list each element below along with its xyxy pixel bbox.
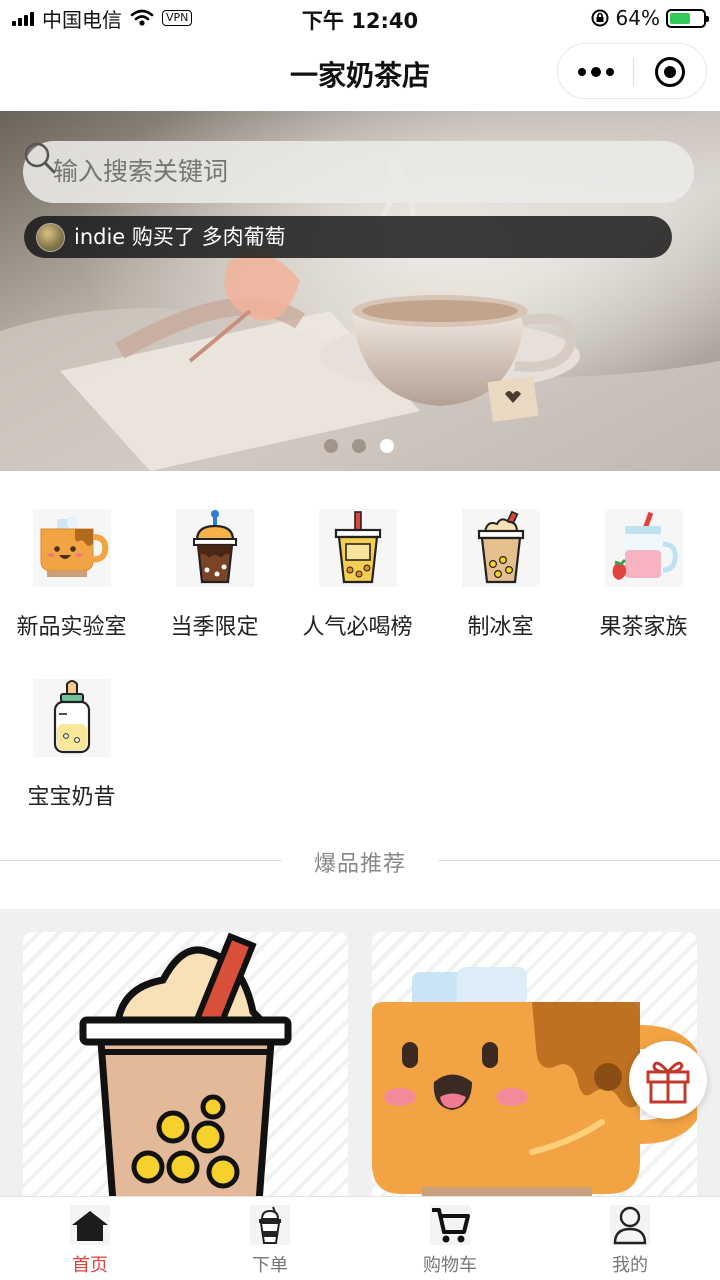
category-label: 果茶家族: [599, 615, 688, 640]
tab-label: 下单: [252, 1255, 288, 1276]
home-icon: [70, 1205, 110, 1245]
search-icon[interactable]: [23, 141, 57, 175]
battery-percent: 64%: [615, 6, 660, 30]
tab-label: 我的: [612, 1255, 648, 1276]
tab-order[interactable]: 下单: [180, 1197, 360, 1280]
status-bar: 中国电信 VPN 下午 12:40 64%: [0, 0, 720, 36]
gift-button[interactable]: [629, 1041, 707, 1119]
tab-label: 首页: [72, 1255, 108, 1276]
fruit-tea-jar-icon: [605, 509, 683, 587]
more-button[interactable]: [558, 44, 633, 100]
purchase-notice: indie 购买了 多肉葡萄: [24, 216, 672, 258]
notice-text: indie 购买了 多肉葡萄: [74, 225, 286, 249]
baby-bottle-icon: [33, 679, 111, 757]
category-label: 新品实验室: [16, 615, 127, 640]
drink-cup-icon: [250, 1205, 290, 1245]
category-baby-shake[interactable]: 宝宝奶昔: [0, 641, 143, 810]
carousel-dot[interactable]: [352, 439, 366, 453]
status-right: 64%: [590, 6, 709, 30]
search-input[interactable]: [53, 141, 613, 203]
category-label: 制冰室: [467, 615, 534, 640]
cart-icon: [430, 1205, 470, 1245]
search-bar[interactable]: [23, 141, 694, 203]
avatar: [36, 223, 65, 252]
category-grid: 新品实验室 当季限定 人气必喝榜 制冰室 果茶家族 宝宝奶昔: [0, 471, 720, 831]
carousel-dot-active[interactable]: [380, 439, 394, 453]
chocolate-drink-icon: [176, 509, 254, 587]
iced-boba-icon: [462, 509, 540, 587]
orientation-lock-icon: [591, 9, 609, 27]
gift-icon: [646, 1061, 690, 1104]
tab-me[interactable]: 我的: [540, 1197, 720, 1280]
product-card[interactable]: [23, 932, 348, 1202]
category-label: 宝宝奶昔: [27, 785, 116, 810]
tab-label: 购物车: [423, 1255, 477, 1276]
divider-line: [438, 860, 720, 861]
banner-carousel[interactable]: indie 购买了 多肉葡萄: [0, 111, 720, 471]
section-header: 爆品推荐: [0, 840, 720, 880]
tab-home[interactable]: 首页: [0, 1197, 180, 1280]
carousel-dot[interactable]: [324, 439, 338, 453]
category-ice-room[interactable]: 制冰室: [429, 471, 572, 640]
category-seasonal[interactable]: 当季限定: [143, 471, 286, 640]
category-fruit-tea[interactable]: 果茶家族: [572, 471, 715, 640]
boba-milk-tea-icon: [79, 932, 292, 1202]
mini-program-capsule: [557, 43, 707, 99]
person-icon: [610, 1205, 650, 1245]
category-label: 当季限定: [170, 615, 259, 640]
battery-icon: [666, 8, 709, 28]
tab-cart[interactable]: 购物车: [360, 1197, 540, 1280]
category-popular[interactable]: 人气必喝榜: [286, 471, 429, 640]
product-list: [0, 909, 720, 1202]
capsule-divider: [633, 58, 634, 86]
boba-cup-icon: [319, 509, 397, 587]
section-title: 爆品推荐: [313, 852, 406, 877]
category-label: 人气必喝榜: [302, 615, 413, 640]
battery-fill: [670, 12, 691, 24]
category-new-lab[interactable]: 新品实验室: [0, 471, 143, 640]
tab-bar: 首页 下单 购物车 我的: [0, 1196, 720, 1280]
cute-cup-icon: [33, 509, 111, 587]
nav-bar: 一家奶茶店: [0, 36, 720, 110]
carousel-dots: [324, 439, 394, 453]
close-mini-program-button[interactable]: [655, 57, 685, 87]
